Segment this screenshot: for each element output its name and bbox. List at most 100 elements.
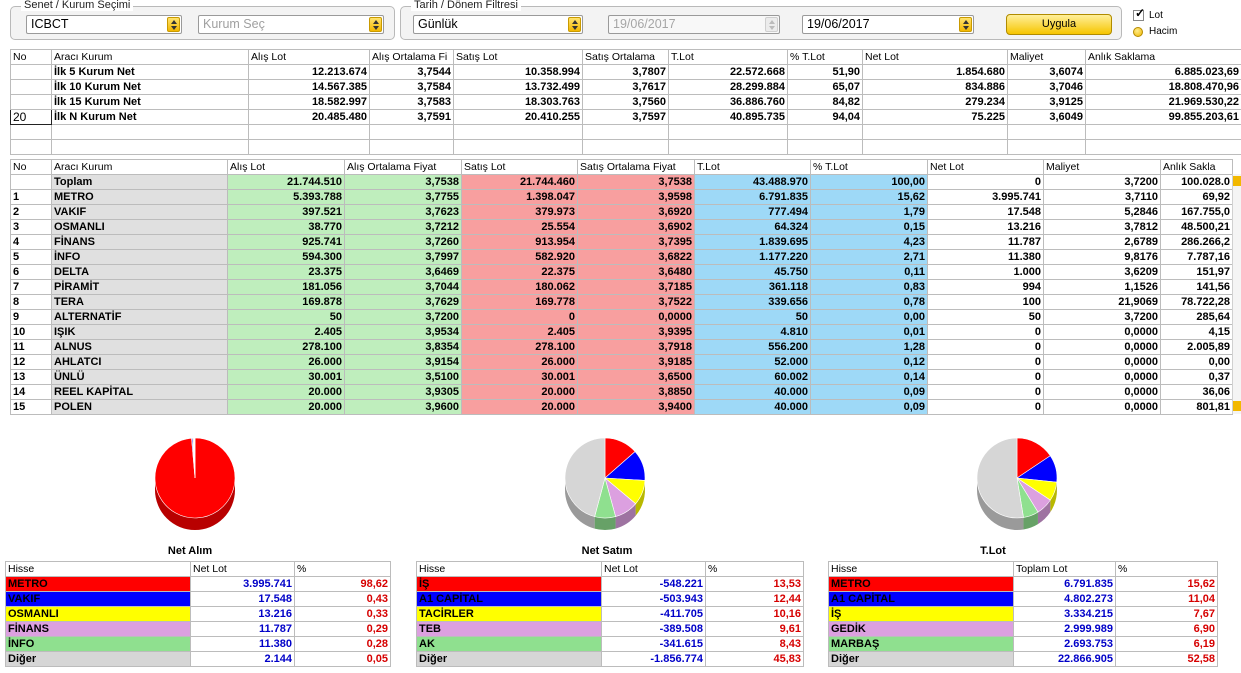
- date-from-field[interactable]: 19/06/2017: [608, 15, 780, 34]
- summary-cell-sell-lot: 10.358.994: [453, 64, 583, 80]
- detail-cell-buy-lot: 23.375: [227, 264, 345, 280]
- detail-row[interactable]: 8 TERA 169.878 3,7629 169.778 3,7522 339.656 0,…: [10, 294, 1233, 310]
- summary-cell-net-lot: 75.225: [862, 109, 1008, 125]
- detail-header-total-lot-pct[interactable]: % T.Lot: [810, 159, 928, 175]
- detail-header-buy-lot[interactable]: Alış Lot: [227, 159, 345, 175]
- panel-cell-value: -341.615: [601, 636, 706, 652]
- panel-cell-symbol: GEDİK: [828, 621, 1014, 637]
- scroll-up-icon[interactable]: [1233, 176, 1241, 186]
- volume-radio[interactable]: [1133, 27, 1143, 37]
- panel-cell-symbol: MARBAŞ: [828, 636, 1014, 652]
- detail-header-no[interactable]: No: [10, 159, 52, 175]
- summary-cell-buy-avg: 3,7584: [369, 79, 454, 95]
- detail-cell-net-lot: 0: [927, 384, 1044, 400]
- apply-button[interactable]: Uygula: [1006, 14, 1112, 35]
- detail-cell-sell-avg: 3,7522: [577, 294, 695, 310]
- detail-cell-buy-lot: 30.001: [227, 369, 345, 385]
- panel-cell-pct: 45,83: [705, 651, 804, 667]
- detail-header-buy-avg[interactable]: Alış Ortalama Fiyat: [344, 159, 462, 175]
- detail-cell-cost: 2,6789: [1043, 234, 1161, 250]
- date-to-arrow-icon[interactable]: [959, 17, 972, 32]
- detail-row[interactable]: 10 IŞIK 2.405 3,9534 2.405 3,9395 4.810 0,01 0 0,…: [10, 324, 1233, 340]
- summary-row: İlk 10 Kurum Net 14.567.385 3,7584 13.732.4…: [10, 79, 1241, 95]
- detail-cell-total-lot-pct: 0,78: [810, 294, 928, 310]
- symbol-filter-legend: Senet / Kurum Seçimi: [21, 0, 134, 11]
- panel-cell-symbol: FİNANS: [5, 621, 191, 637]
- top-n-input[interactable]: 20: [10, 109, 52, 125]
- detail-cell-broker: PİRAMİT: [51, 279, 228, 295]
- summary-cell-cost: 3,9125: [1007, 94, 1086, 110]
- summary-cell-sell-avg: 3,7807: [582, 64, 669, 80]
- detail-row[interactable]: 13 ÜNLÜ 30.001 3,5100 30.001 3,6500 60.002 0,14…: [10, 369, 1233, 385]
- period-select[interactable]: Günlük: [413, 15, 583, 34]
- detail-cell-buy-lot: 2.405: [227, 324, 345, 340]
- panel-header-symbol: Hisse: [416, 561, 602, 577]
- panel-row: Diğer -1.856.774 45,83: [416, 651, 804, 667]
- summary-empty-cell: [862, 124, 1008, 140]
- period-select-arrow-icon[interactable]: [568, 17, 581, 32]
- panel-cell-value: 2.999.989: [1013, 621, 1116, 637]
- panel-cell-symbol: A1 CAPİTAL: [828, 591, 1014, 607]
- detail-row[interactable]: 7 PİRAMİT 181.056 3,7044 180.062 3,7185 361.11…: [10, 279, 1233, 295]
- summary-empty-cell: [10, 124, 52, 140]
- detail-cell-buy-avg: 3,5100: [344, 369, 462, 385]
- lot-checkbox[interactable]: ✓: [1133, 7, 1145, 21]
- summary-cell-net-lot: 834.886: [862, 79, 1008, 95]
- detail-cell-broker: Toplam: [51, 174, 228, 190]
- summary-cell-total-lot: 36.886.760: [668, 94, 788, 110]
- summary-empty-cell: [453, 139, 583, 155]
- broker-select-arrow-icon[interactable]: [369, 17, 382, 32]
- detail-cell-sell-lot: 20.000: [461, 399, 578, 415]
- detail-row[interactable]: 1 METRO 5.393.788 3,7755 1.398.047 3,9598 6.79…: [10, 189, 1233, 205]
- detail-total-row[interactable]: Toplam 21.744.510 3,7538 21.744.460 3,7538 43…: [10, 174, 1233, 190]
- detail-header-sell-lot[interactable]: Satış Lot: [461, 159, 578, 175]
- summary-empty-cell: [787, 139, 863, 155]
- summary-empty-cell: [248, 139, 370, 155]
- detail-cell-total-lot-pct: 0,01: [810, 324, 928, 340]
- total-lot-table: Hisse Toplam Lot% METRO 6.791.835 15,62 A1 CA…: [828, 561, 1218, 667]
- detail-row[interactable]: 4 FİNANS 925.741 3,7260 913.954 3,7395 1.839.6…: [10, 234, 1233, 250]
- date-to-field[interactable]: 19/06/2017: [802, 15, 974, 34]
- detail-row[interactable]: 3 OSMANLI 38.770 3,7212 25.554 3,6902 64.324 0,…: [10, 219, 1233, 235]
- detail-header-instant-custody[interactable]: Anlık Sakla: [1160, 159, 1233, 175]
- detail-row[interactable]: 11 ALNUS 278.100 3,8354 278.100 3,7918 556.200…: [10, 339, 1233, 355]
- broker-select[interactable]: Kurum Seç: [198, 15, 384, 34]
- total-lot-pie-chart: [976, 438, 1058, 530]
- detail-row[interactable]: 9 ALTERNATİF 50 3,7200 0 0,0000 50 0,00 50 3,7200…: [10, 309, 1233, 325]
- broker-detail-table: No Aracı Kurum Alış Lot Alış Ortalama Fiyat…: [10, 159, 1233, 415]
- summary-cell-total-lot-pct: 51,90: [787, 64, 863, 80]
- symbol-select[interactable]: ICBCT: [26, 15, 182, 34]
- detail-header-sell-avg[interactable]: Satış Ortalama Fiyat: [577, 159, 695, 175]
- date-from-arrow-icon[interactable]: [765, 17, 778, 32]
- detail-header-net-lot[interactable]: Net Lot: [927, 159, 1044, 175]
- detail-cell-buy-lot: 50: [227, 309, 345, 325]
- detail-row[interactable]: 5 İNFO 594.300 3,7997 582.920 3,6822 1.177.220…: [10, 249, 1233, 265]
- net-buy-table: Hisse Net Lot% METRO 3.995.741 98,62 VAKIF 17.…: [5, 561, 391, 667]
- symbol-select-arrow-icon[interactable]: [167, 17, 180, 32]
- summary-empty-row: [10, 139, 1241, 155]
- detail-row[interactable]: 14 REEL KAPİTAL 20.000 3,9305 20.000 3,8850 40…: [10, 384, 1233, 400]
- summary-row: İlk 15 Kurum Net 18.582.997 3,7583 18.303.7…: [10, 94, 1241, 110]
- detail-cell-buy-lot: 21.744.510: [227, 174, 345, 190]
- detail-cell-buy-avg: 3,7200: [344, 309, 462, 325]
- detail-header-cost[interactable]: Maliyet: [1043, 159, 1161, 175]
- detail-cell-buy-avg: 3,9154: [344, 354, 462, 370]
- detail-header-broker[interactable]: Aracı Kurum: [51, 159, 228, 175]
- panel-cell-pct: 11,04: [1115, 591, 1218, 607]
- detail-header-total-lot[interactable]: T.Lot: [694, 159, 811, 175]
- scroll-down-icon[interactable]: [1233, 401, 1241, 411]
- summary-header-buy-lot: Alış Lot: [248, 49, 370, 65]
- detail-cell-net-lot: 0: [927, 324, 1044, 340]
- detail-cell-broker: FİNANS: [51, 234, 228, 250]
- detail-cell-total-lot-pct: 0,14: [810, 369, 928, 385]
- detail-row[interactable]: 12 AHLATCI 26.000 3,9154 26.000 3,9185 52.000 0…: [10, 354, 1233, 370]
- summary-cell-broker: İlk 10 Kurum Net: [51, 79, 249, 95]
- detail-scrollbar[interactable]: [1232, 174, 1241, 414]
- detail-cell-sell-lot: 2.405: [461, 324, 578, 340]
- detail-row[interactable]: 2 VAKIF 397.521 3,7623 379.973 3,6920 777.494 1…: [10, 204, 1233, 220]
- detail-cell-sell-lot: 20.000: [461, 384, 578, 400]
- summary-empty-cell: [51, 124, 249, 140]
- detail-row[interactable]: 15 POLEN 20.000 3,9600 20.000 3,9400 40.000 0,0…: [10, 399, 1233, 415]
- detail-cell-no: 5: [10, 249, 52, 265]
- detail-row[interactable]: 6 DELTA 23.375 3,6469 22.375 3,6480 45.750 0,11…: [10, 264, 1233, 280]
